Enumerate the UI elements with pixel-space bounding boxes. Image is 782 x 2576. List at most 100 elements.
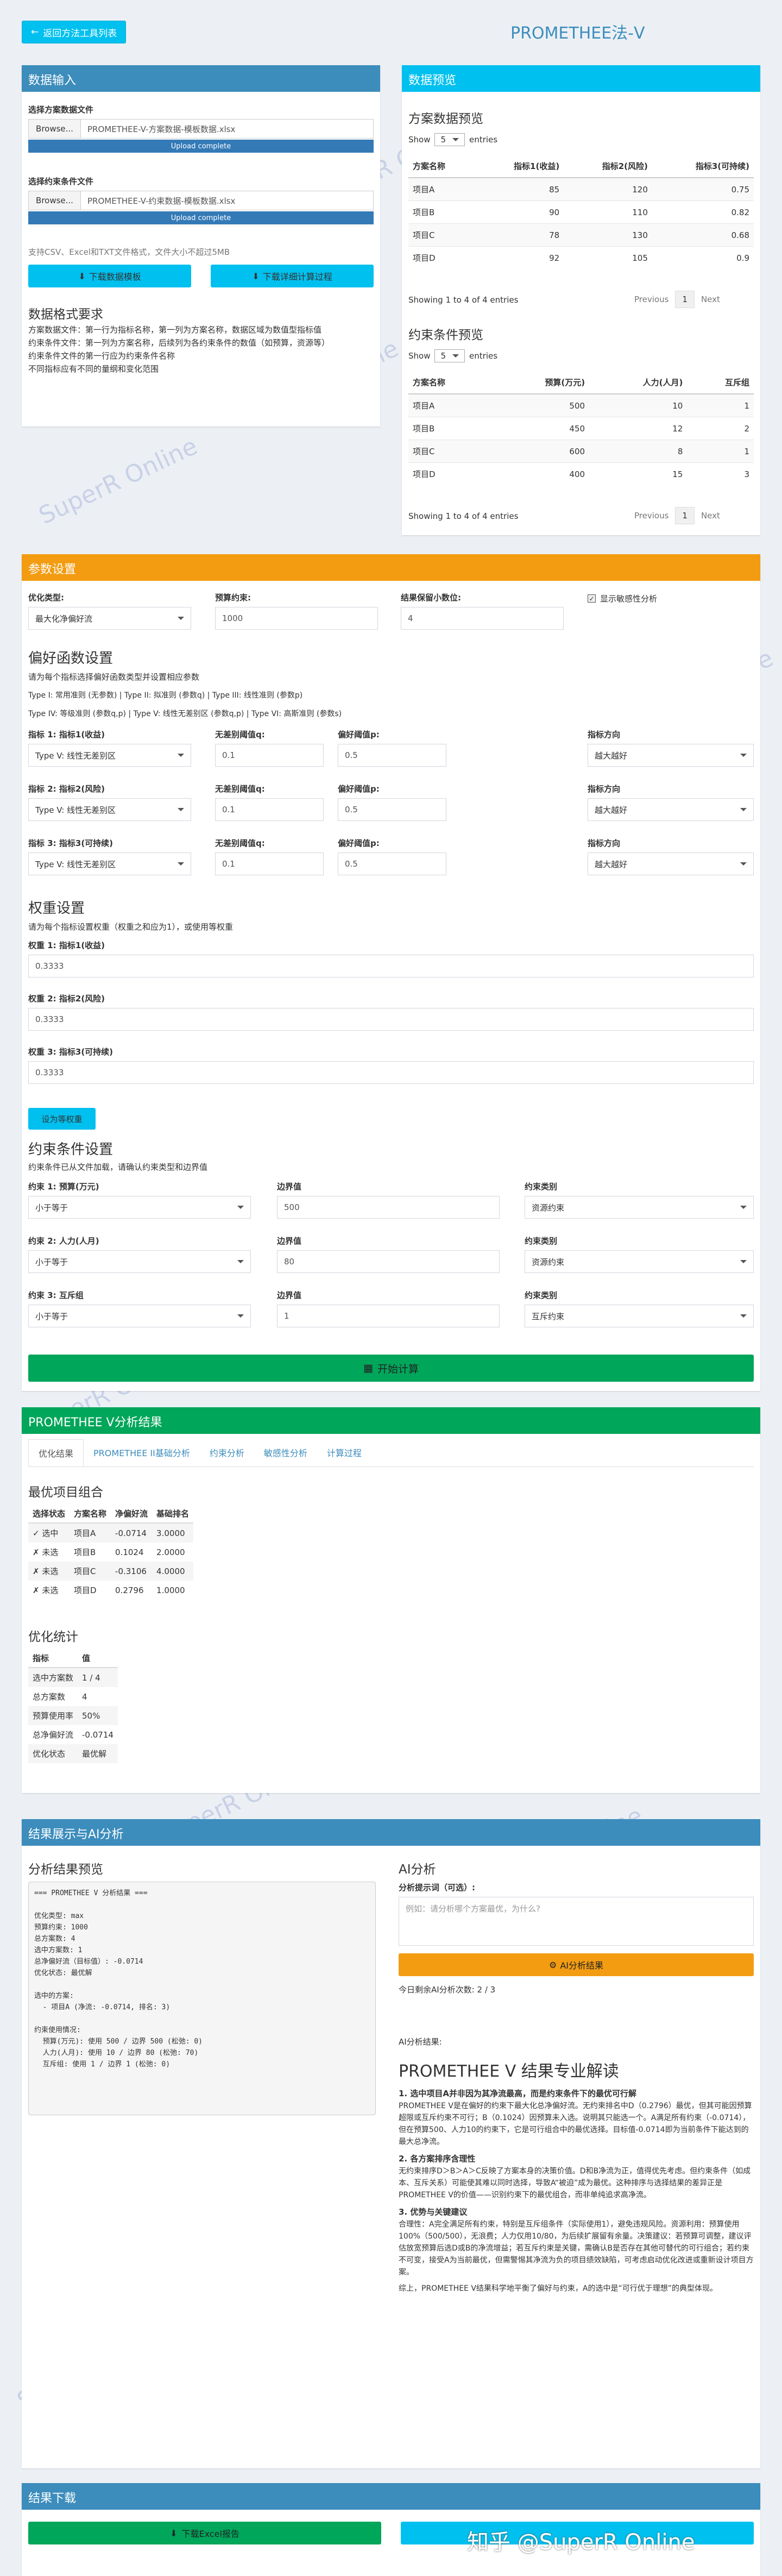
- analysis-output: === PROMETHEE V 分析结果 === 优化类型: max 预算约束:…: [28, 1882, 376, 2115]
- column-header: 选择状态: [28, 1505, 70, 1524]
- download-process-button[interactable]: ⬇ 下载详细计算过程: [211, 265, 374, 287]
- download-excel-button[interactable]: ⬇ 下载Excel报告: [28, 2522, 381, 2544]
- bound-input[interactable]: 1: [277, 1305, 500, 1327]
- table-cell: 0.2796: [115, 1585, 144, 1595]
- q-input[interactable]: 0.1: [215, 853, 324, 875]
- tab-sensitivity[interactable]: 敏感性分析: [254, 1439, 317, 1466]
- page-button[interactable]: 1: [675, 507, 695, 524]
- column-header[interactable]: 预算(万元): [491, 371, 590, 394]
- next-button[interactable]: Next: [701, 294, 720, 304]
- tab-optimization[interactable]: 优化结果: [28, 1439, 84, 1466]
- previous-button[interactable]: Previous: [634, 511, 669, 521]
- sensitivity-label: 显示敏感性分析: [600, 594, 658, 604]
- table-cell: -0.0714: [82, 1729, 113, 1740]
- p-input[interactable]: 0.5: [338, 798, 446, 821]
- constraint-op-select[interactable]: 小于等于: [28, 1305, 251, 1327]
- weight-input[interactable]: 0.3333: [28, 1061, 754, 1084]
- scheme-file-input[interactable]: Browse... PROMETHEE-V-方案数据-模板数据.xlsx: [28, 119, 374, 139]
- page-button[interactable]: 1: [675, 291, 695, 308]
- ai-analyze-button[interactable]: ⚙ AI分析结果: [399, 1953, 754, 1976]
- show-label: Show: [408, 351, 431, 361]
- weight-label: 权重 2: 指标2(风险): [28, 994, 105, 1004]
- back-button[interactable]: ← 返回方法工具列表: [22, 21, 127, 43]
- column-header[interactable]: 互斥组: [687, 371, 754, 394]
- next-button[interactable]: Next: [701, 511, 720, 521]
- q-input[interactable]: 0.1: [215, 744, 324, 767]
- pref-type-select[interactable]: Type V: 线性无差别区: [28, 744, 191, 767]
- length-select[interactable]: 5: [434, 133, 465, 146]
- budget-input[interactable]: 1000: [215, 607, 378, 630]
- column-header[interactable]: 方案名称: [408, 371, 491, 394]
- tab-promethee-ii[interactable]: PROMETHEE II基础分析: [84, 1439, 200, 1466]
- table-cell: 10: [589, 393, 688, 417]
- weight-input[interactable]: 0.3333: [28, 955, 754, 977]
- table-cell: 92: [475, 246, 564, 269]
- weight-input[interactable]: 0.3333: [28, 1008, 754, 1031]
- data-input-header: 数据输入: [22, 67, 380, 92]
- bound-input[interactable]: 80: [277, 1250, 500, 1273]
- table-row: 选中方案数 1 / 4: [28, 1668, 118, 1687]
- constraint-category-select[interactable]: 资源约束: [525, 1196, 754, 1219]
- column-header[interactable]: 指标3(可持续): [652, 155, 754, 178]
- table-cell: 4: [82, 1691, 87, 1702]
- constraint-name: 约束 1: 预算(万元): [28, 1182, 99, 1192]
- download-template-button[interactable]: ⬇ 下载数据模板: [28, 265, 191, 287]
- tab-constraint[interactable]: 约束分析: [200, 1439, 254, 1466]
- p-input[interactable]: 0.5: [338, 744, 446, 767]
- browse-button[interactable]: Browse...: [29, 191, 81, 210]
- sensitivity-checkbox[interactable]: ✓ 显示敏感性分析: [588, 593, 657, 604]
- download-icon: ⬇: [78, 271, 86, 281]
- category-label: 约束类别: [525, 1236, 558, 1246]
- table-cell: 0.82: [652, 200, 754, 224]
- tab-process[interactable]: 计算过程: [317, 1439, 371, 1466]
- table-row: 项目C 78 130 0.68: [408, 223, 754, 247]
- table-row: 总方案数 4: [28, 1687, 118, 1706]
- column-header[interactable]: 人力(人月): [589, 371, 688, 394]
- preview-title: 分析结果预览: [28, 1863, 103, 1877]
- pref-type-select[interactable]: Type V: 线性无差别区: [28, 798, 191, 821]
- column-header[interactable]: 方案名称: [408, 155, 476, 178]
- prompt-textarea[interactable]: 例如：请分析哪个方案最优，为什么?: [399, 1897, 754, 1946]
- bound-input[interactable]: 500: [277, 1196, 500, 1219]
- constraint-category-select[interactable]: 资源约束: [525, 1250, 754, 1273]
- p-input[interactable]: 0.5: [338, 853, 446, 875]
- column-header: 值: [78, 1649, 118, 1668]
- pref-types-line: Type IV: 等级准则 (参数q,p) | Type V: 线性无差别区 (…: [28, 710, 342, 718]
- report-paragraph: 合理性：A完全满足所有约束，特别是互斥组条件（实际使用1），避免违规风险。资源利…: [399, 2220, 754, 2277]
- column-header[interactable]: 指标2(风险): [564, 155, 652, 178]
- opt-type-select[interactable]: 最大化净偏好流: [28, 607, 191, 630]
- report-heading: 2. 各方案排序含理性: [399, 2154, 476, 2164]
- q-input[interactable]: 0.1: [215, 798, 324, 821]
- direction-select[interactable]: 越大越好: [588, 853, 754, 875]
- equal-weight-button[interactable]: 设为等权重: [28, 1108, 96, 1130]
- column-header[interactable]: 指标1(收益): [475, 155, 564, 178]
- table-cell: 项目A: [408, 393, 491, 417]
- table-cell: 90: [475, 200, 564, 224]
- decimals-input[interactable]: 4: [401, 607, 564, 630]
- table-cell: 3.0000: [152, 1523, 194, 1543]
- browse-button[interactable]: Browse...: [29, 120, 81, 138]
- column-header: 指标: [28, 1649, 78, 1668]
- constraint-file-input[interactable]: Browse... PROMETHEE-V-约束数据-模板数据.xlsx: [28, 191, 374, 210]
- criterion-name: 指标 3: 指标3(可持续): [28, 838, 113, 848]
- p-label: 偏好阈值p:: [338, 730, 380, 739]
- table-cell: 优化状态: [28, 1744, 78, 1763]
- constraint-op-select[interactable]: 小于等于: [28, 1250, 251, 1273]
- constraint-name: 约束 2: 人力(人月): [28, 1236, 99, 1246]
- direction-select[interactable]: 越大越好: [588, 744, 754, 767]
- length-select[interactable]: 5: [434, 349, 465, 362]
- constraint-category-select[interactable]: 互斥约束: [525, 1305, 754, 1327]
- direction-select[interactable]: 越大越好: [588, 798, 754, 821]
- previous-button[interactable]: Previous: [634, 294, 669, 304]
- constraint-op-select[interactable]: 小于等于: [28, 1196, 251, 1219]
- pref-type-select[interactable]: Type V: 线性无差别区: [28, 853, 191, 875]
- table-cell: 0.75: [652, 177, 754, 201]
- table-cell: ✗ 未选: [28, 1562, 70, 1581]
- chevron-down-icon: [178, 862, 184, 866]
- constraint-file-name: PROMETHEE-V-约束数据-模板数据.xlsx: [87, 196, 236, 206]
- table-cell: 0.1024: [115, 1547, 144, 1557]
- report-paragraph: 无约束排序D＞B＞A＞C反映了方案本身的决策价值。D和B净流为正，值得优先考虑。…: [399, 2167, 751, 2199]
- table-row: 项目D 92 105 0.9: [408, 246, 754, 269]
- run-button[interactable]: ▦ 开始计算: [28, 1355, 754, 1382]
- report-paragraph: 综上，PROMETHEE V结果科学地平衡了偏好与约束，A的选中是“可行优于理想…: [399, 2284, 717, 2293]
